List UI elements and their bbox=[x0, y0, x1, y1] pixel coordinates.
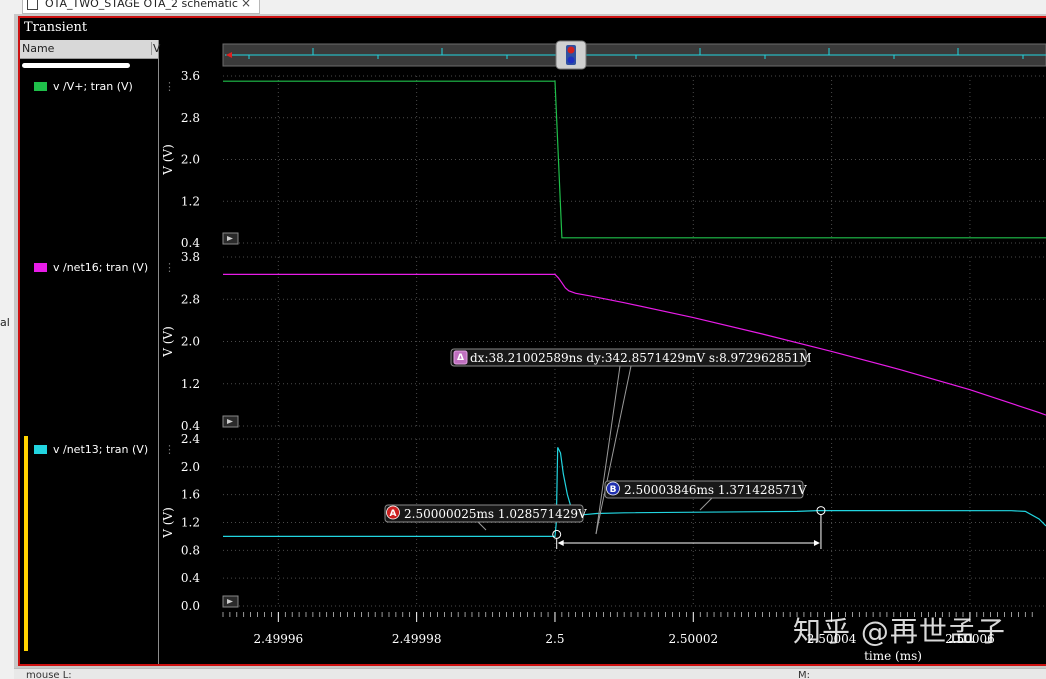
y-tick-label: 2.0 bbox=[181, 335, 200, 349]
y-tick-label: 0.4 bbox=[181, 571, 200, 585]
y-tick-label: 1.2 bbox=[181, 516, 200, 530]
series-line-2 bbox=[223, 273, 1046, 416]
marker-label-text: dx:38.21002589ns dy:342.8571429mV s:8.97… bbox=[470, 351, 812, 365]
status-bar: mouse L: M: bbox=[14, 668, 1046, 679]
marker-b-leader bbox=[699, 497, 713, 511]
y-tick-label: 0.8 bbox=[181, 543, 200, 557]
marker-badge-letter: A bbox=[390, 509, 397, 519]
x-tick-label: 2.5 bbox=[545, 632, 564, 646]
x-tick-label: 2.49998 bbox=[392, 632, 442, 646]
marker-ab-handle-icon bbox=[555, 40, 587, 70]
y-tick-label: 2.8 bbox=[181, 292, 200, 306]
delta-leader-line bbox=[595, 365, 632, 535]
y-axis-label: V (V) bbox=[161, 326, 175, 358]
plot-panel-2: 3.8 2.8 2.0 1.2 0.4 V (V) bbox=[161, 250, 1046, 433]
plot-panel-1: 3.6 2.8 2.0 1.2 0.4 V (V) bbox=[161, 69, 1046, 250]
delta-label: Δdx:38.21002589ns dy:342.8571429mV s:8.9… bbox=[450, 348, 812, 367]
y-tick-label: 2.0 bbox=[181, 460, 200, 474]
y-tick-label: 2.8 bbox=[181, 111, 200, 125]
y-tick-label: 1.2 bbox=[181, 377, 200, 391]
marker-a-label: A 2.50000025ms 1.028571429V bbox=[384, 504, 587, 523]
marker-label-text: 2.50000025ms 1.028571429V bbox=[404, 507, 587, 521]
x-axis-label: time (ms) bbox=[864, 649, 922, 663]
y-tick-label: 2.4 bbox=[181, 432, 200, 446]
watermark-text: 知乎 @再世孟子 bbox=[793, 615, 1006, 648]
y-axis-label: V (V) bbox=[161, 507, 175, 539]
y-axis-label: V (V) bbox=[161, 144, 175, 176]
y-tick-label: 3.6 bbox=[181, 69, 200, 83]
marker-a-leader bbox=[477, 521, 487, 531]
plot-panel-3: 2.4 2.0 1.6 1.2 0.8 0.4 0.0 V (V) bbox=[161, 432, 1046, 613]
delta-arrow-right-icon bbox=[813, 540, 820, 546]
marker-b-label: B 2.50003846ms 1.371428571V bbox=[604, 480, 807, 499]
marker-label-text: 2.50003846ms 1.371428571V bbox=[624, 483, 807, 497]
delta-leader-line bbox=[595, 365, 621, 535]
y-tick-label: 1.6 bbox=[181, 488, 200, 502]
marker-badge-letter: B bbox=[610, 485, 617, 495]
series-line-1 bbox=[223, 80, 1046, 239]
marker-badge-letter: Δ bbox=[457, 353, 464, 363]
delta-arrow-left-icon bbox=[557, 540, 564, 546]
y-tick-label: 0.4 bbox=[181, 236, 200, 250]
handle-a-dot bbox=[567, 46, 575, 54]
waveform-plot[interactable]: 3.6 2.8 2.0 1.2 0.4 V (V) 3.8 2.8 2.0 1.2 0.4 V (V)… bbox=[0, 0, 1046, 678]
y-tick-label: 0.0 bbox=[181, 599, 200, 613]
marker-a-point bbox=[552, 529, 562, 539]
x-tick-label: 2.50002 bbox=[668, 632, 718, 646]
x-tick-label: 2.49996 bbox=[254, 632, 304, 646]
y-tick-label: 0.4 bbox=[181, 419, 200, 433]
y-tick-label: 2.0 bbox=[181, 153, 200, 167]
y-tick-label: 1.2 bbox=[181, 194, 200, 208]
handle-b-dot bbox=[567, 56, 575, 64]
y-tick-label: 3.8 bbox=[181, 250, 200, 264]
